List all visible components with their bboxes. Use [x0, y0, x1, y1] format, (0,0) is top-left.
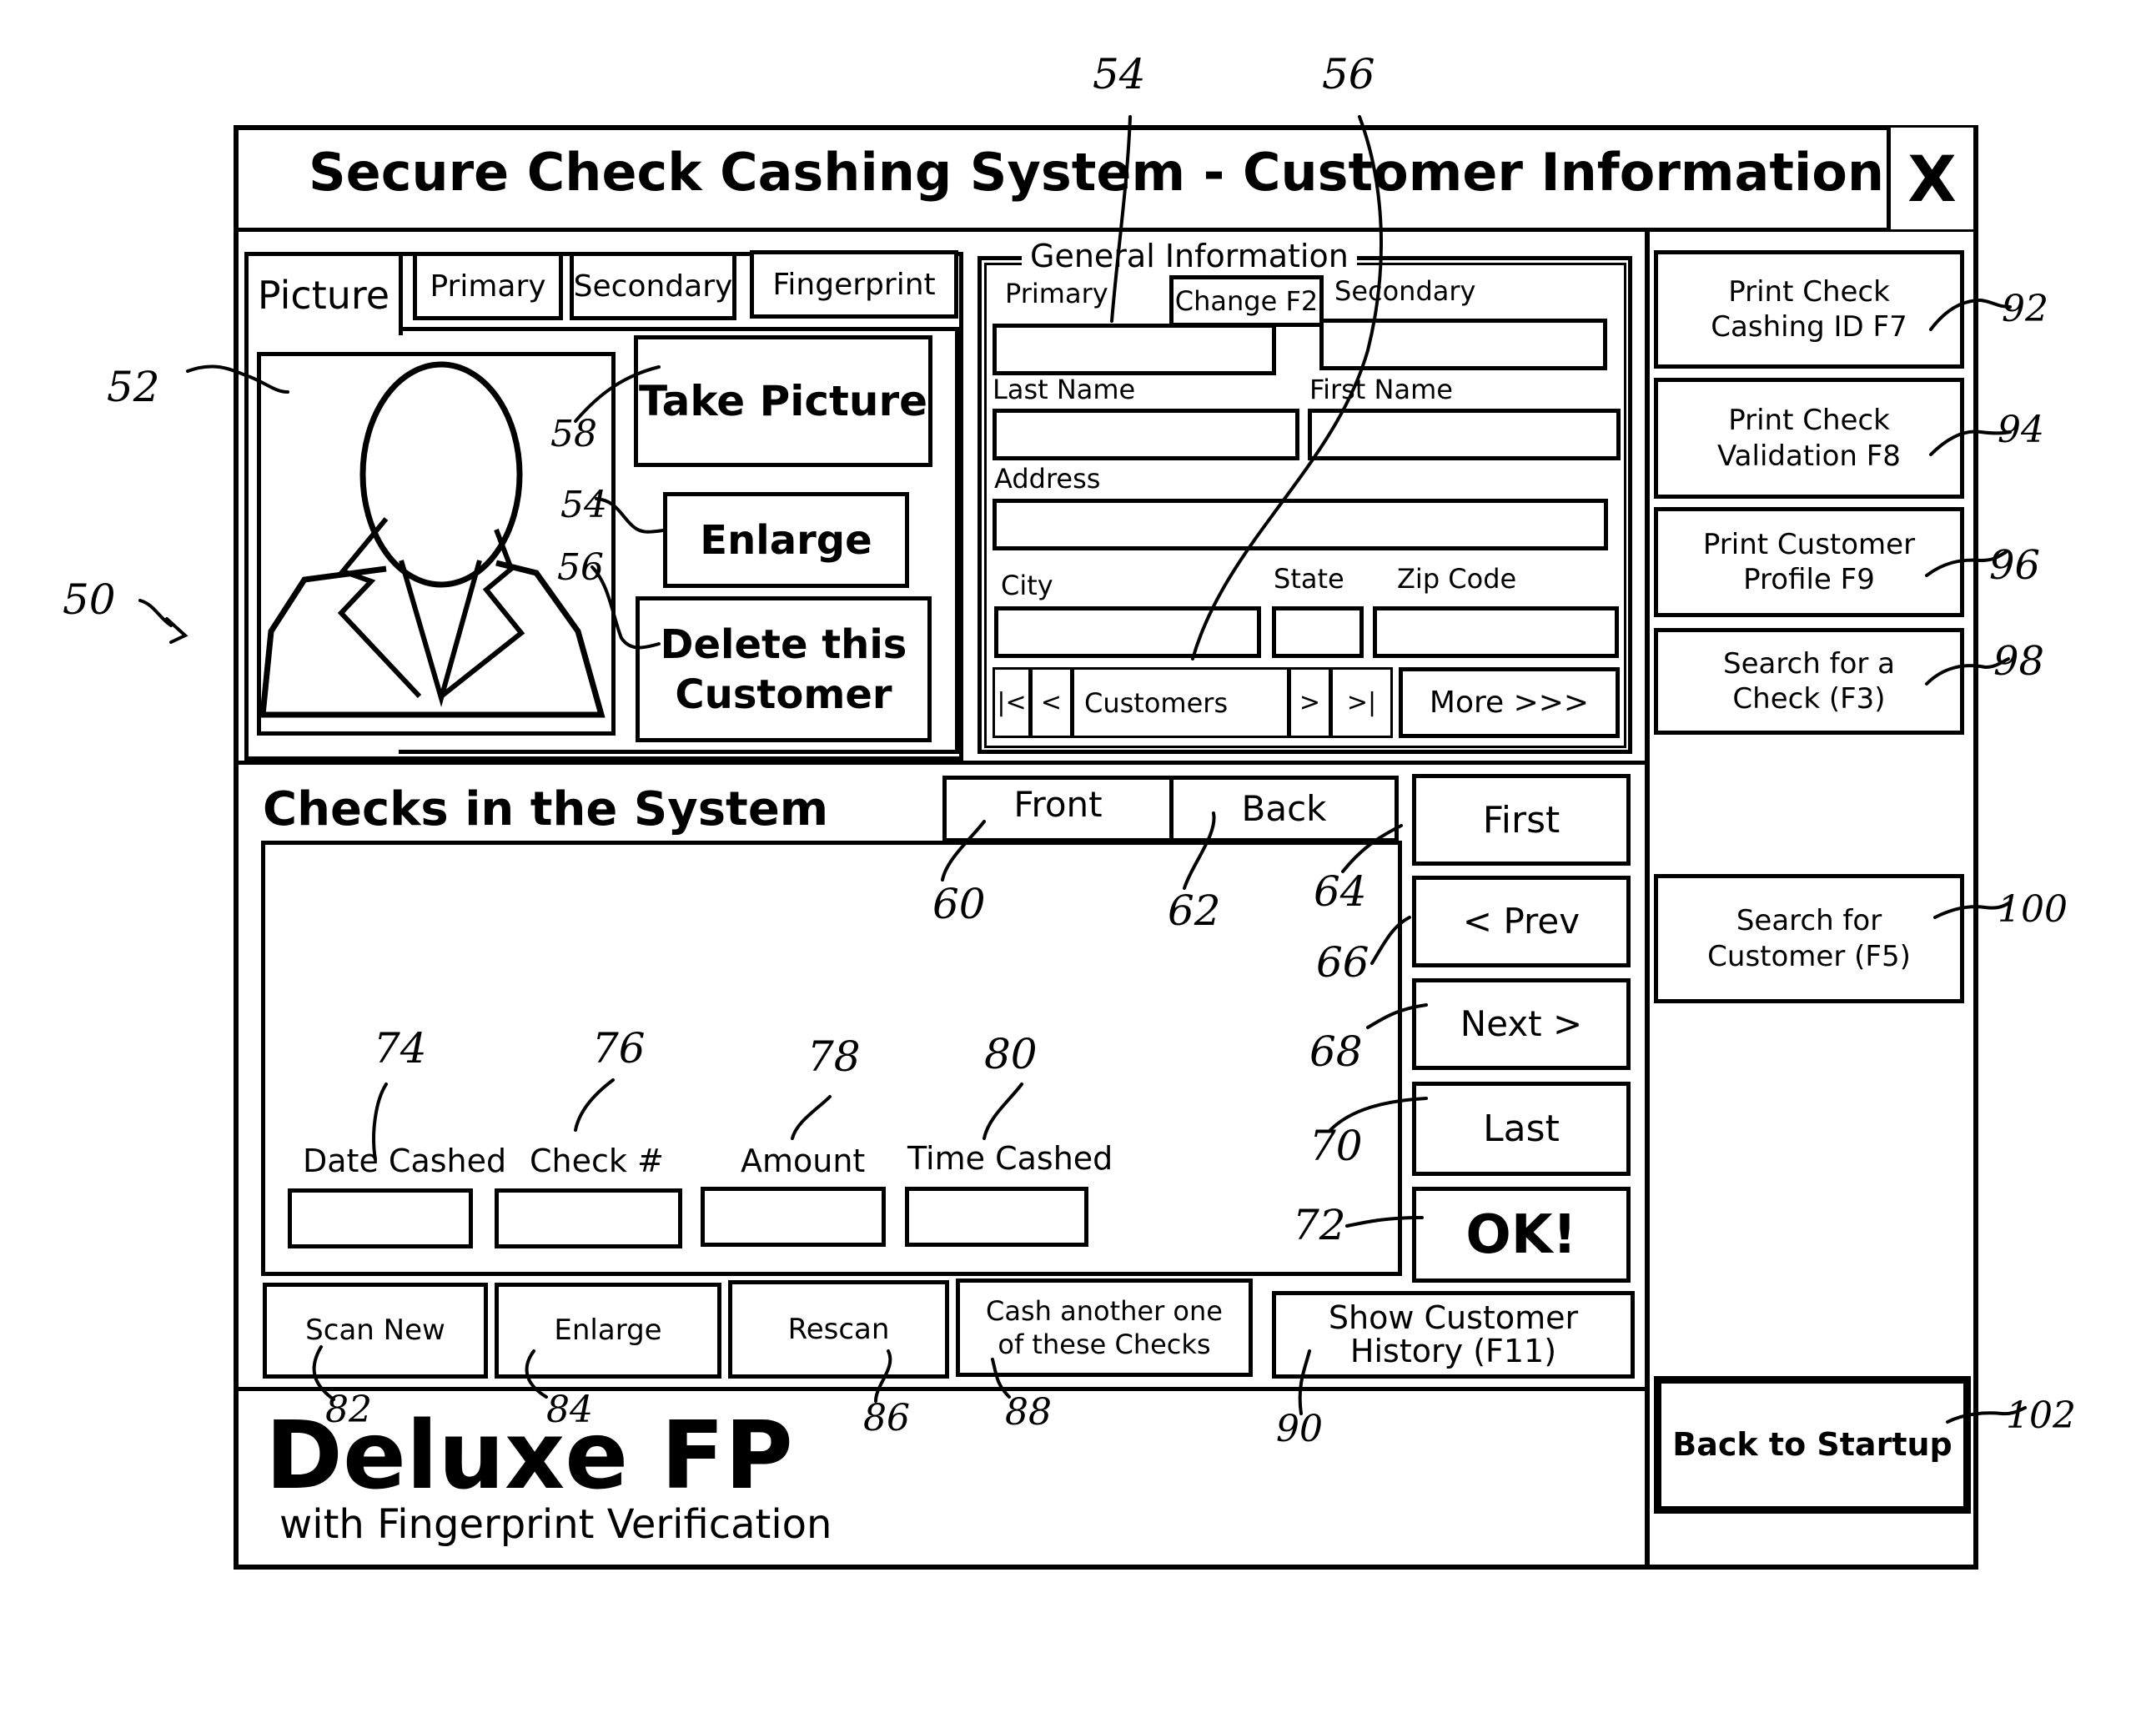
- amount-label: Amount: [741, 1143, 866, 1179]
- cash-another-check-button[interactable]: Cash another one of these Checks: [956, 1278, 1253, 1377]
- ref-numeral-66: 66: [1316, 938, 1369, 987]
- zip-code-label: Zip Code: [1397, 563, 1517, 595]
- ref-numeral-100: 100: [1998, 888, 2068, 931]
- delete-customer-button[interactable]: Delete this Customer: [636, 596, 932, 742]
- primary-id-label: Primary: [1005, 278, 1108, 309]
- back-to-startup-button[interactable]: Back to Startup: [1654, 1376, 1971, 1514]
- ref-numeral-92: 92: [2002, 288, 2048, 330]
- primary-id-field[interactable]: [993, 324, 1276, 375]
- ref-numeral-84: 84: [546, 1389, 593, 1431]
- ref-numeral-60: 60: [932, 880, 986, 928]
- customer-photo[interactable]: [257, 352, 616, 736]
- enlarge-check-button[interactable]: Enlarge: [495, 1283, 721, 1379]
- check-front-tab[interactable]: Front: [942, 776, 1173, 842]
- checks-heading: Checks in the System: [263, 782, 829, 836]
- print-check-cashing-id-button[interactable]: Print Check Cashing ID F7: [1654, 250, 1964, 369]
- product-tagline: with Fingerprint Verification: [279, 1501, 832, 1548]
- ref-numeral-94: 94: [1998, 409, 2044, 451]
- general-information-label: General Information: [1022, 238, 1357, 274]
- customers-record-label: Customers: [1074, 670, 1291, 736]
- print-customer-profile-button[interactable]: Print Customer Profile F9: [1654, 507, 1964, 617]
- time-cashed-label: Time Cashed: [907, 1140, 1113, 1177]
- ref-numeral-56: 56: [557, 546, 604, 589]
- date-cashed-label: Date Cashed: [303, 1143, 507, 1179]
- tab-secondary[interactable]: Secondary: [570, 252, 736, 320]
- last-name-field[interactable]: [993, 409, 1299, 460]
- ref-numeral-62: 62: [1168, 887, 1221, 935]
- first-name-label: First Name: [1309, 374, 1453, 405]
- search-check-button[interactable]: Search for a Check (F3): [1654, 628, 1964, 735]
- state-field[interactable]: [1272, 606, 1364, 658]
- ref-numeral-98: 98: [1993, 638, 2045, 685]
- sidebar-divider: [1645, 229, 1650, 1568]
- address-field[interactable]: [993, 499, 1608, 550]
- ref-numeral-64: 64: [1314, 867, 1367, 916]
- window-title: Secure Check Cashing System - Customer I…: [309, 142, 1884, 203]
- city-field[interactable]: [994, 606, 1261, 658]
- first-name-field[interactable]: [1308, 409, 1621, 460]
- ref-numeral-76: 76: [592, 1024, 646, 1073]
- more-button[interactable]: More >>>: [1399, 667, 1620, 738]
- prev-customer-button[interactable]: <: [1033, 670, 1074, 736]
- check-back-tab[interactable]: Back: [1169, 776, 1399, 842]
- take-picture-button[interactable]: Take Picture: [634, 335, 932, 467]
- ok-button[interactable]: OK!: [1412, 1187, 1631, 1283]
- rescan-button[interactable]: Rescan: [728, 1280, 949, 1379]
- first-check-button[interactable]: First: [1412, 774, 1631, 866]
- tab-picture[interactable]: Picture: [244, 252, 403, 335]
- ref-numeral-68: 68: [1309, 1027, 1363, 1076]
- upper-panel-divider: [234, 761, 1647, 765]
- close-button[interactable]: X: [1887, 128, 1973, 229]
- ref-numeral-70: 70: [1309, 1122, 1363, 1170]
- first-customer-button[interactable]: |<: [995, 670, 1033, 736]
- tab-primary[interactable]: Primary: [413, 252, 563, 320]
- leader-50: [138, 599, 188, 644]
- ref-numeral-102: 102: [2006, 1394, 2076, 1437]
- address-label: Address: [994, 463, 1101, 495]
- show-customer-history-button[interactable]: Show Customer History (F11): [1272, 1291, 1635, 1379]
- secondary-id-label: Secondary: [1334, 275, 1476, 307]
- date-cashed-field[interactable]: [288, 1188, 473, 1248]
- ref-numeral-54-top: 54: [1093, 50, 1146, 98]
- time-cashed-field[interactable]: [905, 1187, 1088, 1247]
- ref-numeral-56-top: 56: [1322, 50, 1375, 98]
- amount-field[interactable]: [701, 1187, 886, 1247]
- scan-new-button[interactable]: Scan New: [263, 1283, 488, 1379]
- next-customer-button[interactable]: >: [1291, 670, 1333, 736]
- picture-tab-content-line: [250, 327, 403, 331]
- ref-numeral-90: 90: [1276, 1408, 1323, 1450]
- next-check-button[interactable]: Next >: [1412, 978, 1631, 1070]
- search-customer-button[interactable]: Search for Customer (F5): [1654, 874, 1964, 1003]
- last-check-button[interactable]: Last: [1412, 1082, 1631, 1176]
- ref-numeral-74: 74: [374, 1024, 427, 1073]
- ref-numeral-58: 58: [550, 413, 597, 455]
- enlarge-picture-button[interactable]: Enlarge: [663, 492, 909, 588]
- check-number-label: Check #: [530, 1143, 664, 1179]
- city-label: City: [1001, 570, 1053, 601]
- ref-numeral-52: 52: [107, 363, 160, 411]
- ref-numeral-86: 86: [863, 1397, 910, 1439]
- branding-divider: [234, 1387, 1647, 1391]
- ref-numeral-54: 54: [560, 484, 607, 526]
- prev-check-button[interactable]: < Prev: [1412, 876, 1631, 967]
- tab-fingerprint[interactable]: Fingerprint: [750, 250, 958, 319]
- secondary-id-field[interactable]: [1319, 319, 1607, 370]
- state-label: State: [1274, 563, 1344, 595]
- ref-numeral-88: 88: [1005, 1391, 1052, 1434]
- ref-numeral-50: 50: [63, 575, 116, 624]
- last-customer-button[interactable]: >|: [1333, 670, 1390, 736]
- last-name-label: Last Name: [993, 374, 1136, 405]
- ref-numeral-82: 82: [325, 1389, 372, 1431]
- ref-numeral-96: 96: [1989, 542, 2041, 589]
- ref-numeral-72: 72: [1293, 1201, 1346, 1249]
- check-number-field[interactable]: [495, 1188, 682, 1248]
- ref-numeral-78: 78: [807, 1032, 861, 1081]
- zip-code-field[interactable]: [1373, 606, 1619, 658]
- close-icon: X: [1907, 141, 1957, 216]
- change-id-button[interactable]: Change F2: [1169, 275, 1324, 327]
- print-check-validation-button[interactable]: Print Check Validation F8: [1654, 378, 1964, 499]
- ref-numeral-80: 80: [984, 1030, 1038, 1078]
